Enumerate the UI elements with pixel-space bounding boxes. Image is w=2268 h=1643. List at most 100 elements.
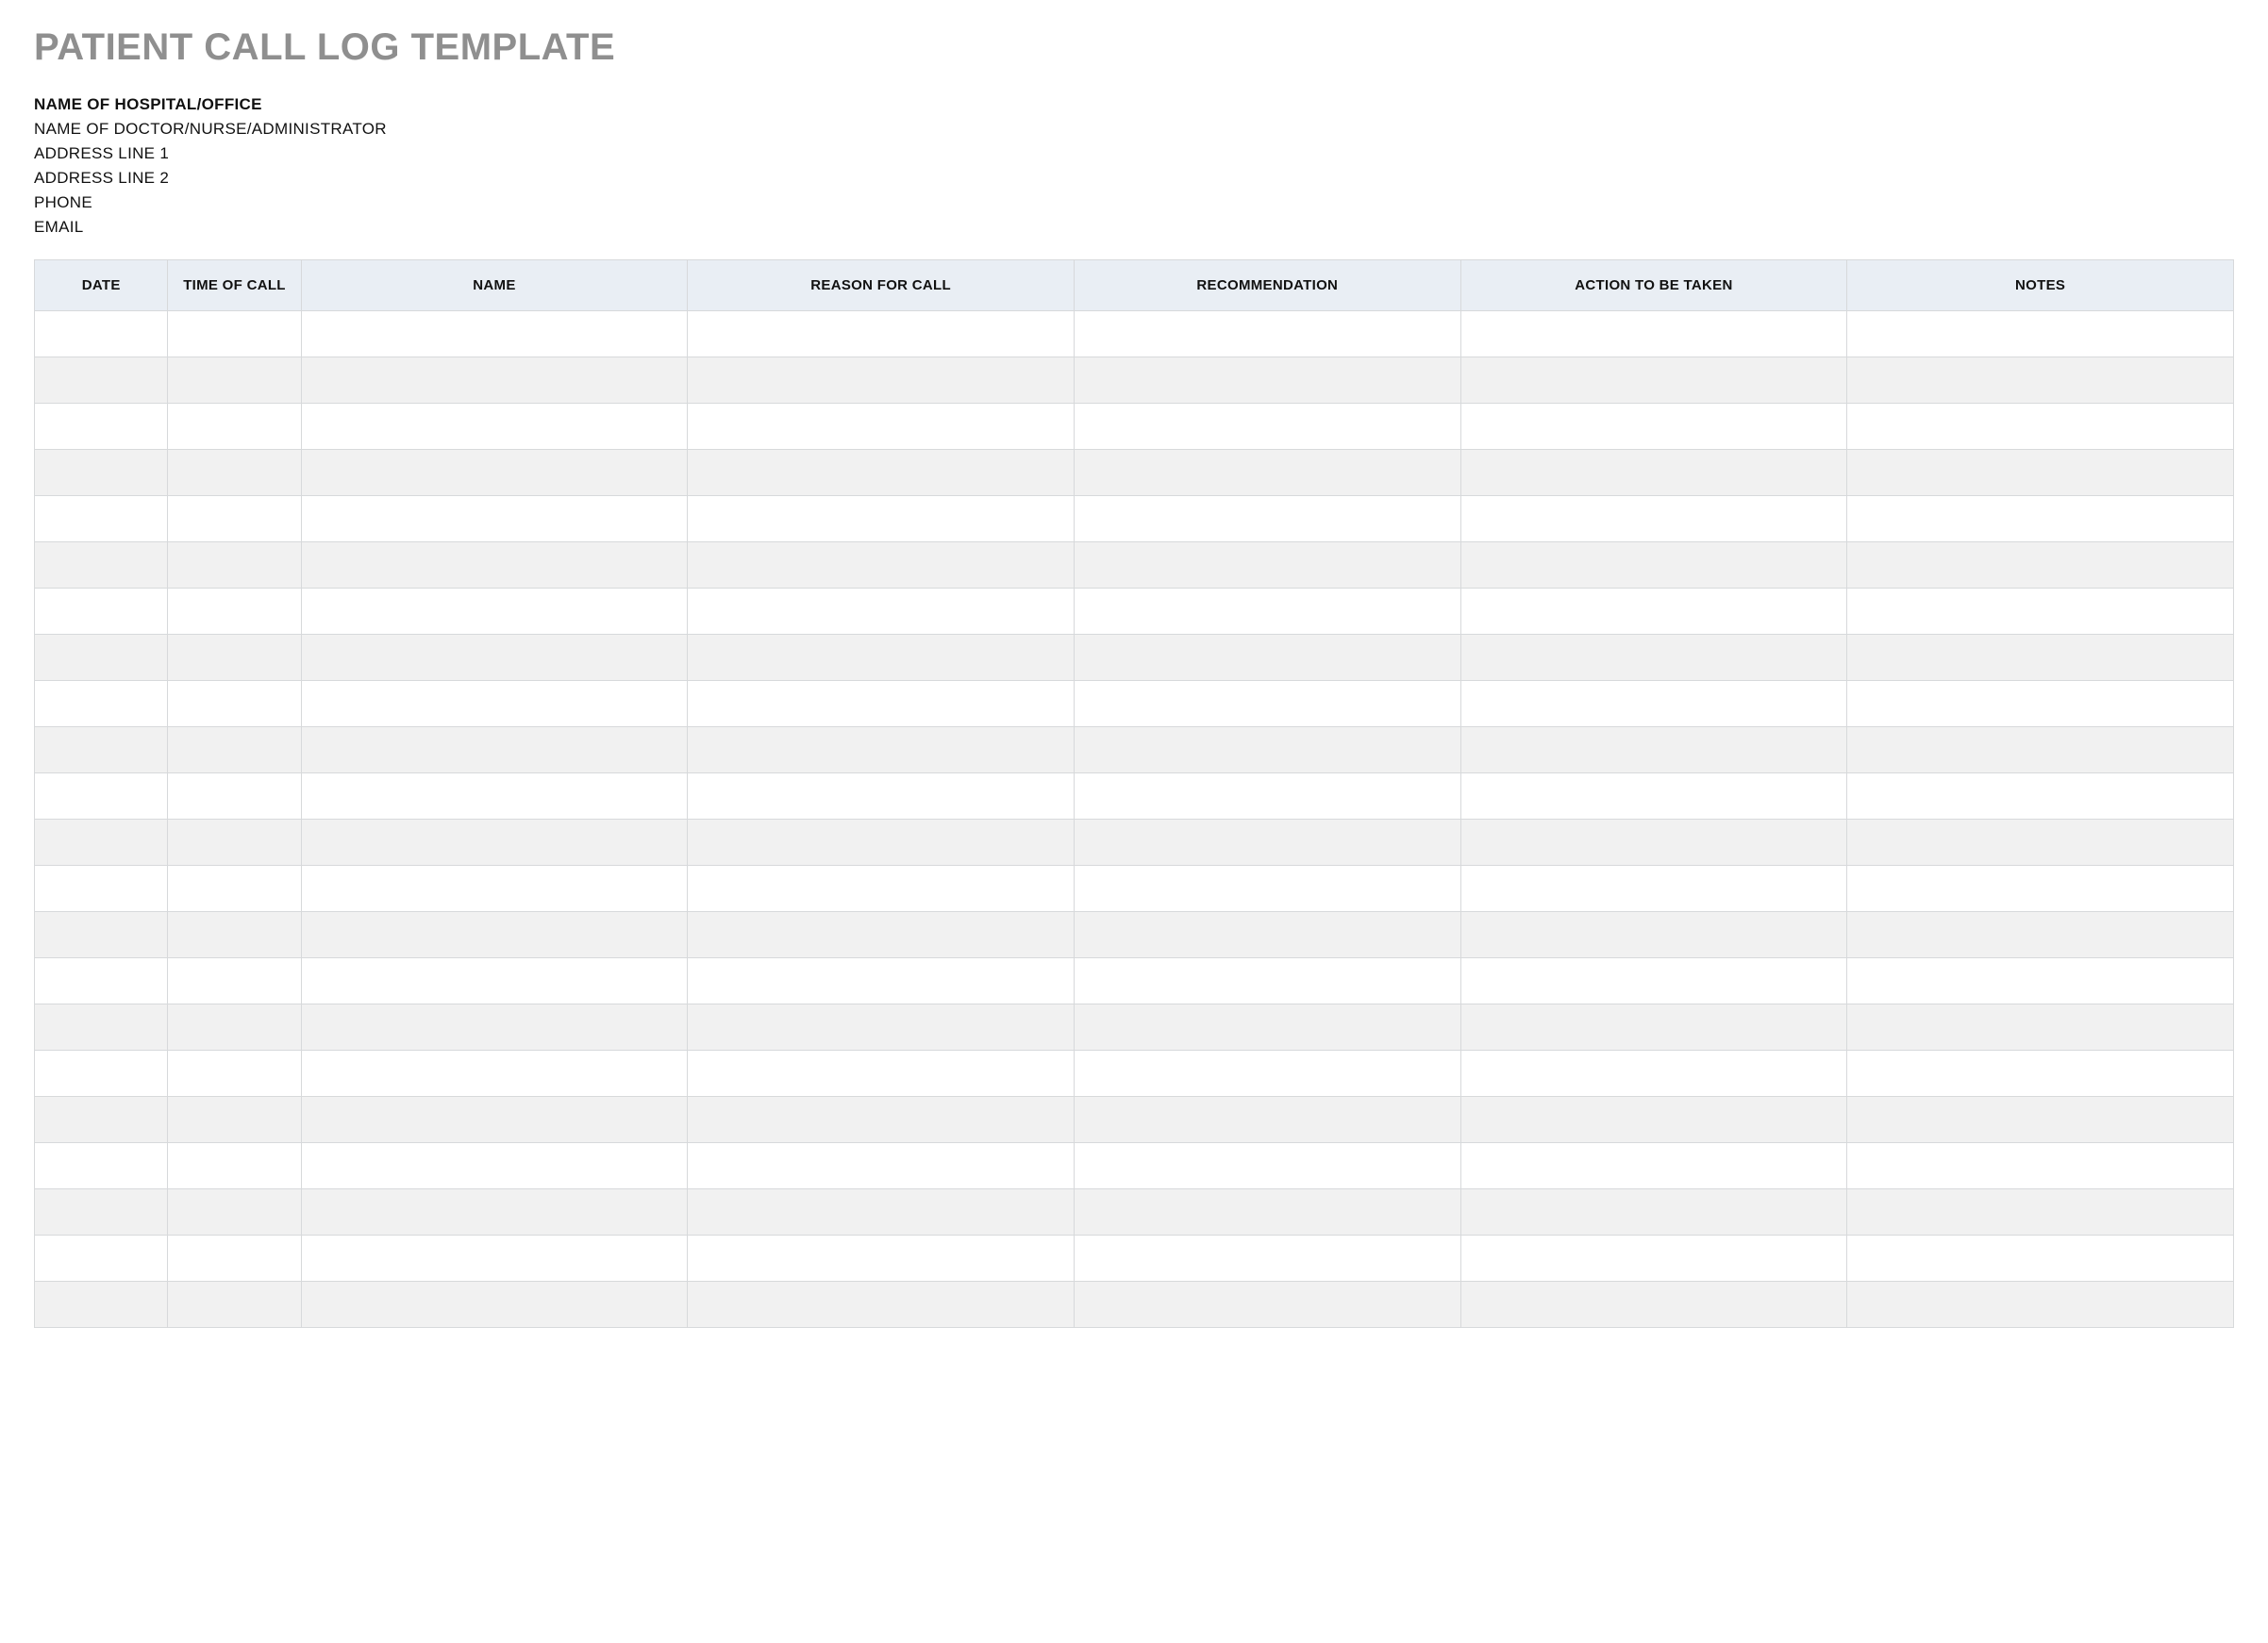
- cell-name[interactable]: [301, 496, 688, 542]
- cell-recommendation[interactable]: [1074, 450, 1460, 496]
- cell-name[interactable]: [301, 1097, 688, 1143]
- cell-reason[interactable]: [688, 681, 1075, 727]
- cell-recommendation[interactable]: [1074, 681, 1460, 727]
- cell-action[interactable]: [1460, 496, 1847, 542]
- cell-action[interactable]: [1460, 311, 1847, 357]
- cell-date[interactable]: [35, 357, 168, 404]
- cell-action[interactable]: [1460, 820, 1847, 866]
- cell-action[interactable]: [1460, 404, 1847, 450]
- cell-time[interactable]: [168, 1051, 301, 1097]
- cell-time[interactable]: [168, 1004, 301, 1051]
- cell-notes[interactable]: [1847, 589, 2234, 635]
- cell-reason[interactable]: [688, 866, 1075, 912]
- cell-action[interactable]: [1460, 1004, 1847, 1051]
- cell-name[interactable]: [301, 635, 688, 681]
- cell-action[interactable]: [1460, 357, 1847, 404]
- cell-action[interactable]: [1460, 1051, 1847, 1097]
- cell-time[interactable]: [168, 958, 301, 1004]
- cell-recommendation[interactable]: [1074, 635, 1460, 681]
- cell-recommendation[interactable]: [1074, 496, 1460, 542]
- cell-time[interactable]: [168, 912, 301, 958]
- cell-name[interactable]: [301, 357, 688, 404]
- cell-time[interactable]: [168, 820, 301, 866]
- cell-time[interactable]: [168, 1189, 301, 1236]
- cell-action[interactable]: [1460, 1143, 1847, 1189]
- cell-action[interactable]: [1460, 635, 1847, 681]
- cell-date[interactable]: [35, 404, 168, 450]
- cell-action[interactable]: [1460, 450, 1847, 496]
- cell-time[interactable]: [168, 866, 301, 912]
- address-line-1-field[interactable]: ADDRESS LINE 1: [34, 144, 2234, 163]
- cell-date[interactable]: [35, 1143, 168, 1189]
- cell-reason[interactable]: [688, 1097, 1075, 1143]
- cell-time[interactable]: [168, 542, 301, 589]
- cell-notes[interactable]: [1847, 820, 2234, 866]
- cell-time[interactable]: [168, 311, 301, 357]
- cell-name[interactable]: [301, 1189, 688, 1236]
- cell-date[interactable]: [35, 912, 168, 958]
- cell-recommendation[interactable]: [1074, 589, 1460, 635]
- cell-date[interactable]: [35, 1097, 168, 1143]
- cell-name[interactable]: [301, 1051, 688, 1097]
- cell-recommendation[interactable]: [1074, 1051, 1460, 1097]
- cell-notes[interactable]: [1847, 866, 2234, 912]
- address-line-2-field[interactable]: ADDRESS LINE 2: [34, 169, 2234, 188]
- cell-name[interactable]: [301, 450, 688, 496]
- cell-action[interactable]: [1460, 681, 1847, 727]
- cell-notes[interactable]: [1847, 773, 2234, 820]
- cell-time[interactable]: [168, 1236, 301, 1282]
- phone-field[interactable]: PHONE: [34, 193, 2234, 212]
- cell-time[interactable]: [168, 450, 301, 496]
- cell-notes[interactable]: [1847, 1189, 2234, 1236]
- cell-time[interactable]: [168, 357, 301, 404]
- cell-recommendation[interactable]: [1074, 727, 1460, 773]
- cell-reason[interactable]: [688, 958, 1075, 1004]
- cell-reason[interactable]: [688, 311, 1075, 357]
- cell-date[interactable]: [35, 773, 168, 820]
- cell-date[interactable]: [35, 496, 168, 542]
- cell-recommendation[interactable]: [1074, 958, 1460, 1004]
- cell-notes[interactable]: [1847, 1282, 2234, 1328]
- cell-reason[interactable]: [688, 912, 1075, 958]
- cell-name[interactable]: [301, 404, 688, 450]
- cell-recommendation[interactable]: [1074, 404, 1460, 450]
- cell-time[interactable]: [168, 496, 301, 542]
- cell-name[interactable]: [301, 820, 688, 866]
- cell-date[interactable]: [35, 866, 168, 912]
- cell-name[interactable]: [301, 681, 688, 727]
- cell-name[interactable]: [301, 727, 688, 773]
- cell-action[interactable]: [1460, 1097, 1847, 1143]
- cell-time[interactable]: [168, 635, 301, 681]
- cell-recommendation[interactable]: [1074, 1189, 1460, 1236]
- cell-name[interactable]: [301, 773, 688, 820]
- cell-recommendation[interactable]: [1074, 1097, 1460, 1143]
- cell-notes[interactable]: [1847, 1143, 2234, 1189]
- cell-date[interactable]: [35, 727, 168, 773]
- cell-date[interactable]: [35, 635, 168, 681]
- cell-date[interactable]: [35, 542, 168, 589]
- cell-recommendation[interactable]: [1074, 912, 1460, 958]
- cell-reason[interactable]: [688, 727, 1075, 773]
- cell-reason[interactable]: [688, 773, 1075, 820]
- cell-reason[interactable]: [688, 542, 1075, 589]
- cell-action[interactable]: [1460, 912, 1847, 958]
- cell-date[interactable]: [35, 681, 168, 727]
- cell-reason[interactable]: [688, 496, 1075, 542]
- cell-reason[interactable]: [688, 1189, 1075, 1236]
- cell-notes[interactable]: [1847, 450, 2234, 496]
- cell-notes[interactable]: [1847, 404, 2234, 450]
- cell-action[interactable]: [1460, 727, 1847, 773]
- cell-date[interactable]: [35, 311, 168, 357]
- cell-notes[interactable]: [1847, 635, 2234, 681]
- cell-reason[interactable]: [688, 1143, 1075, 1189]
- cell-date[interactable]: [35, 958, 168, 1004]
- cell-notes[interactable]: [1847, 1097, 2234, 1143]
- cell-name[interactable]: [301, 1282, 688, 1328]
- cell-time[interactable]: [168, 589, 301, 635]
- cell-date[interactable]: [35, 820, 168, 866]
- cell-date[interactable]: [35, 1236, 168, 1282]
- cell-reason[interactable]: [688, 635, 1075, 681]
- cell-notes[interactable]: [1847, 912, 2234, 958]
- cell-reason[interactable]: [688, 450, 1075, 496]
- cell-action[interactable]: [1460, 589, 1847, 635]
